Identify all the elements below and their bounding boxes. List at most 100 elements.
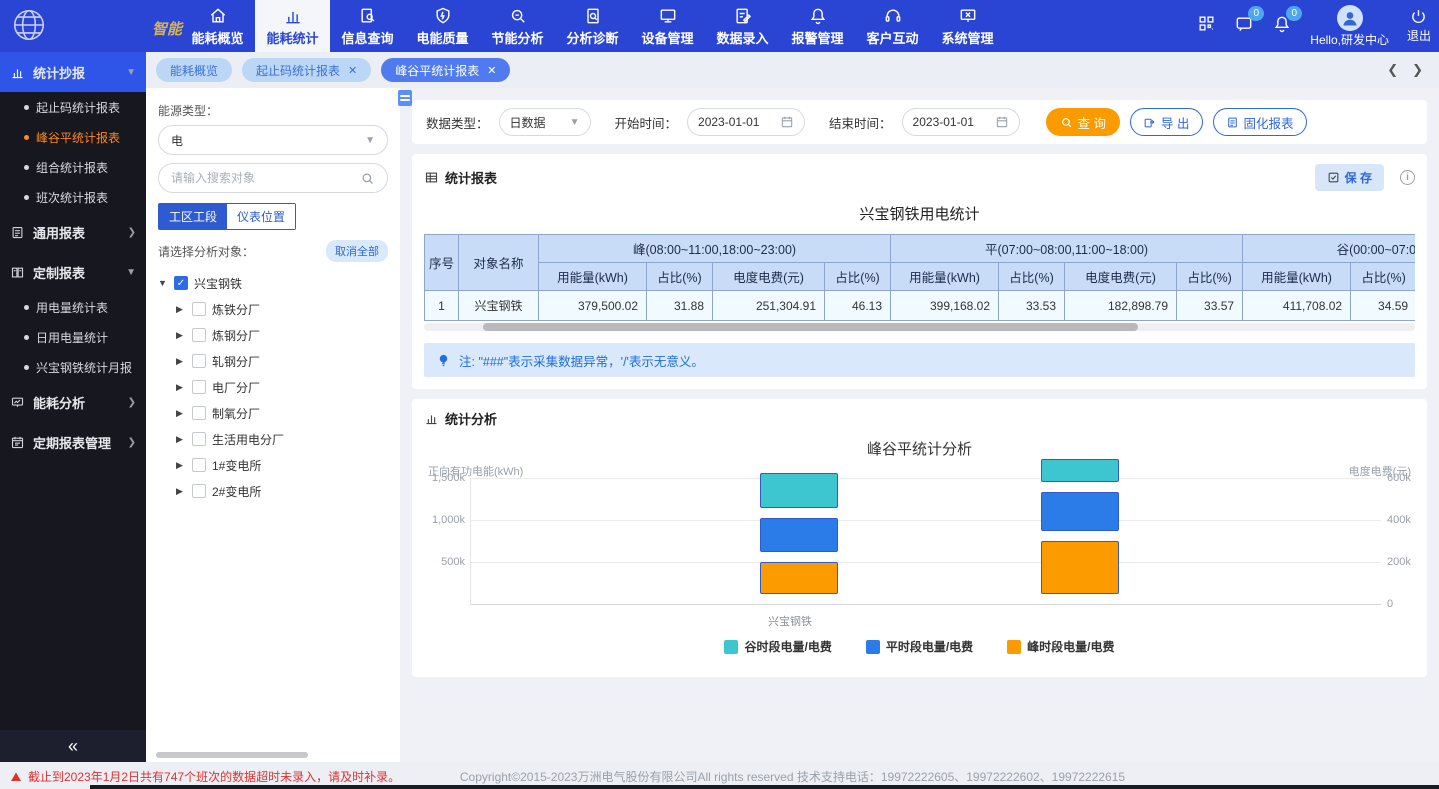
user-menu[interactable]: Hello,研发中心 — [1310, 5, 1389, 48]
sidebar-section-energy-analysis[interactable]: 能耗分析 ❯ — [0, 382, 146, 422]
nav-item-analysis-diagnosis[interactable]: 分析诊断 — [555, 0, 630, 52]
legend-item-peak[interactable]: 峰时段电量/电费 — [1007, 638, 1114, 655]
search-input[interactable] — [171, 171, 360, 185]
energy-type-select[interactable]: 电 ▼ — [158, 125, 388, 155]
qr-code-icon[interactable] — [1197, 14, 1216, 38]
tab-scroll-right-icon[interactable]: ❯ — [1412, 62, 1423, 78]
filter-panel-hscrollbar[interactable] — [156, 752, 386, 758]
caret-right-icon[interactable]: ▶ — [176, 486, 186, 497]
caret-right-icon[interactable]: ▶ — [176, 356, 186, 367]
message-count-badge: 0 — [1248, 6, 1264, 21]
sidebar-collapse-button[interactable]: « — [0, 730, 146, 762]
logout-button[interactable]: 退出 — [1407, 8, 1431, 44]
sidebar-item-peak-valley-flat-report[interactable]: 峰谷平统计报表 — [0, 122, 146, 152]
tree-node-root[interactable]: ▼ ✓ 兴宝钢铁 — [158, 270, 388, 296]
nav-item-power-quality[interactable]: 电能质量 — [405, 0, 480, 52]
solidify-report-button[interactable]: 固化报表 — [1213, 108, 1307, 136]
table-sub-header: 占比(%) — [647, 263, 713, 291]
bar-segment — [760, 562, 838, 594]
checkbox-unchecked[interactable] — [192, 458, 206, 472]
nav-item-device-management[interactable]: 设备管理 — [630, 0, 705, 52]
sidebar-section-statistics-report[interactable]: 统计抄报 ▼ — [0, 52, 146, 92]
plot-area: 1,500k 1,000k 500k 600k 400k 200k 0 — [470, 478, 1381, 605]
table-sub-header: 占比(%) — [999, 263, 1065, 291]
sidebar-item-daily-electricity[interactable]: 日用电量统计 — [0, 322, 146, 352]
checkbox-unchecked[interactable] — [192, 302, 206, 316]
nav-item-system-management[interactable]: 系统管理 — [930, 0, 1005, 52]
chart-area: 正向有功电能(kWh) 电度电费(元) 1,500k 1,000k 500k 6… — [424, 463, 1415, 663]
tree-node[interactable]: ▶炼钢分厂 — [158, 322, 388, 348]
tree-node[interactable]: ▶电厂分厂 — [158, 374, 388, 400]
tree-node[interactable]: ▶生活用电分厂 — [158, 426, 388, 452]
export-button[interactable]: 导 出 — [1130, 108, 1202, 136]
legend-item-flat[interactable]: 平时段电量/电费 — [866, 638, 973, 655]
tree-node[interactable]: ▶轧钢分厂 — [158, 348, 388, 374]
calendar-icon[interactable] — [995, 115, 1009, 129]
tree-node[interactable]: ▶炼铁分厂 — [158, 296, 388, 322]
table-sub-header: 占比(%) — [1177, 263, 1243, 291]
cancel-all-button[interactable]: 取消全部 — [326, 240, 388, 262]
caret-right-icon[interactable]: ▶ — [176, 304, 186, 315]
nav-item-energy-statistics[interactable]: 能耗统计 — [255, 0, 330, 52]
save-button[interactable]: 保 存 — [1315, 164, 1384, 191]
caret-right-icon[interactable]: ▶ — [176, 408, 186, 419]
caret-right-icon[interactable]: ▶ — [176, 330, 186, 341]
sidebar-section-general-report[interactable]: 通用报表 ❯ — [0, 212, 146, 252]
nav-item-alarm-management[interactable]: 报警管理 — [780, 0, 855, 52]
notification-bell-icon[interactable]: 0 — [1272, 14, 1292, 39]
close-icon[interactable]: ✕ — [487, 64, 496, 77]
nav-item-info-query[interactable]: 信息查询 — [330, 0, 405, 52]
tab-scroll-left-icon[interactable]: ❮ — [1387, 62, 1398, 78]
tree-node[interactable]: ▶1#变电所 — [158, 452, 388, 478]
table-sub-header: 用能量(kWh) — [539, 263, 647, 291]
search-icon[interactable] — [360, 171, 375, 186]
tree-node[interactable]: ▶制氧分厂 — [158, 400, 388, 426]
caret-down-icon[interactable]: ▼ — [158, 278, 168, 288]
sidebar-section-custom-report[interactable]: 定制报表 ▼ — [0, 252, 146, 292]
end-time-label: 结束时间： — [829, 113, 892, 132]
checkbox-unchecked[interactable] — [192, 484, 206, 498]
nav-item-energy-saving-analysis[interactable]: 节能分析 — [480, 0, 555, 52]
sidebar-section-periodic-report-management[interactable]: 定期报表管理 ❯ — [0, 422, 146, 462]
caret-right-icon[interactable]: ▶ — [176, 460, 186, 471]
tab-start-stop-code-report[interactable]: 起止码统计报表 ✕ — [242, 58, 371, 82]
checkbox-checked[interactable]: ✓ — [174, 276, 188, 290]
checkbox-unchecked[interactable] — [192, 406, 206, 420]
caret-right-icon[interactable]: ▶ — [176, 382, 186, 393]
legend-item-valley[interactable]: 谷时段电量/电费 — [724, 638, 831, 655]
tree-node[interactable]: ▶2#变电所 — [158, 478, 388, 504]
info-icon[interactable]: i — [1400, 170, 1415, 185]
sidebar-item-shift-report[interactable]: 班次统计报表 — [0, 182, 146, 212]
table-hscrollbar[interactable] — [424, 323, 1415, 331]
checkbox-unchecked[interactable] — [192, 354, 206, 368]
sidebar-item-xingbao-monthly-report[interactable]: 兴宝钢铁统计月报 — [0, 352, 146, 382]
main-content: 数据类型： 日数据 ▼ 开始时间： 结束时间： 查 询 导 出 固化报表 — [400, 88, 1439, 762]
message-icon[interactable]: 0 — [1234, 14, 1254, 39]
checkbox-unchecked[interactable] — [192, 432, 206, 446]
nav-item-customer-interaction[interactable]: 客户互动 — [855, 0, 930, 52]
close-icon[interactable]: ✕ — [348, 64, 357, 77]
chevron-down-icon: ▼ — [570, 117, 580, 128]
query-button[interactable]: 查 询 — [1046, 108, 1120, 136]
end-date-input[interactable] — [913, 115, 991, 129]
nav-item-energy-overview[interactable]: 能耗概览 — [180, 0, 255, 52]
nav-item-data-entry[interactable]: 数据录入 — [705, 0, 780, 52]
caret-right-icon[interactable]: ▶ — [176, 434, 186, 445]
tab-peak-valley-flat-report[interactable]: 峰谷平统计报表 ✕ — [381, 58, 510, 82]
data-type-select[interactable]: 日数据 ▼ — [499, 108, 591, 136]
sidebar-item-combined-report[interactable]: 组合统计报表 — [0, 152, 146, 182]
chevron-down-icon: ▼ — [365, 135, 375, 146]
tab-work-area[interactable]: 工区工段 — [159, 204, 227, 229]
sidebar-item-start-stop-code-report[interactable]: 起止码统计报表 — [0, 92, 146, 122]
table-header: 序号 — [425, 235, 459, 291]
calendar-icon[interactable] — [780, 115, 794, 129]
checkbox-unchecked[interactable] — [192, 380, 206, 394]
start-date-input[interactable] — [698, 115, 776, 129]
checkbox-unchecked[interactable] — [192, 328, 206, 342]
tab-energy-overview[interactable]: 能耗概览 — [156, 58, 232, 82]
sidebar-item-electricity-usage-table[interactable]: 用电量统计表 — [0, 292, 146, 322]
table-sub-header: 电度电费(元) — [1065, 263, 1177, 291]
tab-meter-position[interactable]: 仪表位置 — [227, 204, 295, 229]
chart-title: 峰谷平统计分析 — [424, 438, 1415, 459]
start-date-field — [687, 108, 805, 136]
